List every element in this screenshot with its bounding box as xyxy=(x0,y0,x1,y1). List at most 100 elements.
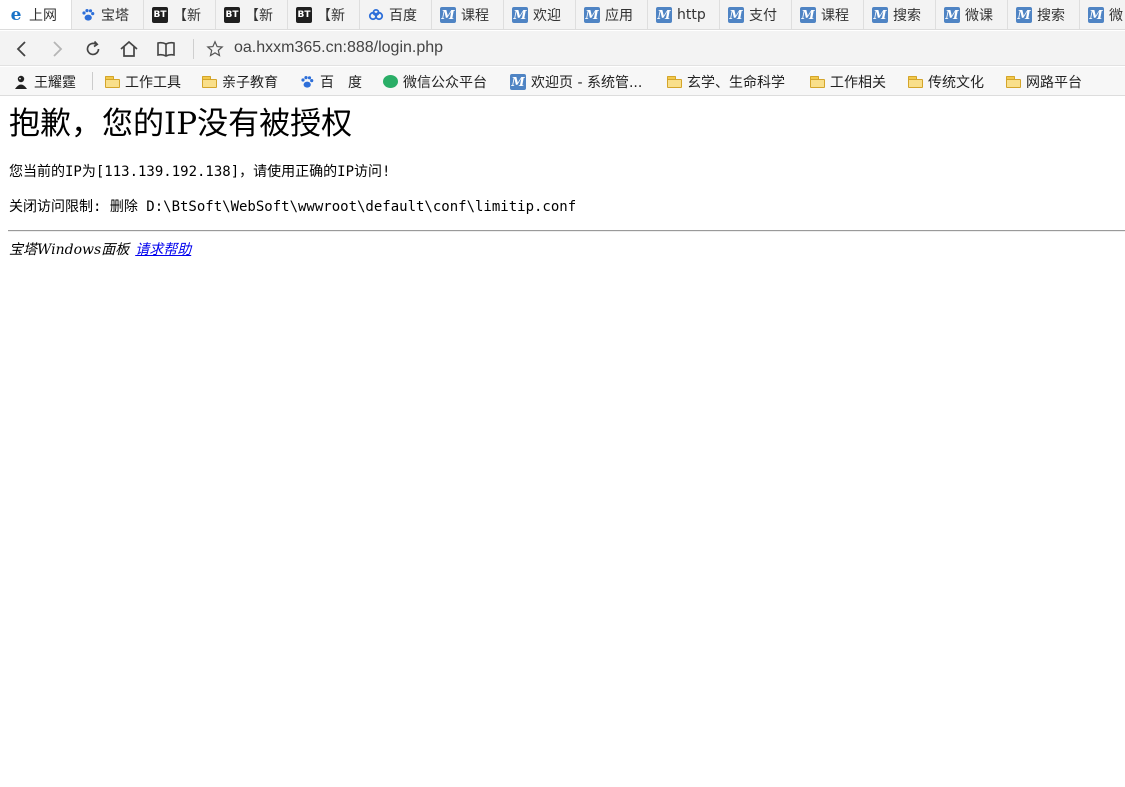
m-icon: M xyxy=(440,7,456,23)
forward-button[interactable] xyxy=(44,36,70,62)
disable-restriction-message: 关闭访问限制: 删除 D:\BtSoft\WebSoft\wwwroot\def… xyxy=(9,199,577,215)
folder-icon xyxy=(1005,74,1021,90)
book-icon xyxy=(157,41,175,57)
baidu-netdisk-icon xyxy=(368,7,384,23)
bt-icon: BT xyxy=(296,7,312,23)
tab-10[interactable]: M http xyxy=(648,0,720,29)
tab-8[interactable]: M 欢迎 xyxy=(504,0,576,29)
tab-label: 课程 xyxy=(821,8,849,24)
ip-message: 您当前的IP为[113.139.192.138]，请使用正确的IP访问! xyxy=(9,164,391,180)
bookmark-baidu[interactable]: 百 度 xyxy=(299,72,362,91)
m-icon: M xyxy=(512,7,528,23)
tab-label: 【新 xyxy=(317,8,345,24)
m-icon: M xyxy=(728,7,744,23)
bookmark-label: 工作相关 xyxy=(830,74,886,91)
help-link[interactable]: 请求帮助 xyxy=(135,242,191,258)
footer-text: 宝塔Windows面板 xyxy=(9,242,130,258)
bookmark-label: 微信公众平台 xyxy=(403,74,487,91)
bookmark-folder-traditional-culture[interactable]: 传统文化 xyxy=(907,72,984,91)
profile-icon xyxy=(13,74,29,90)
m-icon: M xyxy=(944,7,960,23)
tab-11[interactable]: M 支付 xyxy=(720,0,792,29)
favorite-button[interactable] xyxy=(202,36,228,62)
m-icon: M xyxy=(656,7,672,23)
folder-icon xyxy=(809,74,825,90)
bookmark-label: 亲子教育 xyxy=(222,74,278,91)
bookmark-bar: 王耀霆 工作工具 亲子教育 百 度 微信公众平台 M 欢迎页 - 系统管... … xyxy=(0,67,1125,96)
address-bar[interactable]: oa.hxxm365.cn:888/login.php xyxy=(234,39,443,57)
baidu-paw-icon xyxy=(80,7,96,23)
navigation-bar: oa.hxxm365.cn:888/login.php xyxy=(0,31,1125,66)
bookmark-label: 工作工具 xyxy=(125,74,181,91)
bookmark-label: 传统文化 xyxy=(928,74,984,91)
bookmark-profile[interactable]: 王耀霆 xyxy=(13,72,76,91)
tab-3[interactable]: BT 【新 xyxy=(144,0,216,29)
baidu-paw-icon xyxy=(299,74,315,90)
wechat-icon xyxy=(382,74,398,90)
tab-label: 搜索 xyxy=(1037,8,1065,24)
tab-label: 微课 xyxy=(965,8,993,24)
back-arrow-icon xyxy=(16,41,26,57)
bookmark-label: 欢迎页 - 系统管... xyxy=(531,74,643,91)
bookmark-divider xyxy=(92,72,93,90)
ie-icon: e xyxy=(10,5,22,25)
folder-icon xyxy=(104,74,120,90)
tab-label: 【新 xyxy=(173,8,201,24)
tab-1[interactable]: e 上网 xyxy=(0,0,72,29)
folder-icon xyxy=(907,74,923,90)
reading-view-button[interactable] xyxy=(153,36,179,62)
tab-label: 支付 xyxy=(749,8,777,24)
m-icon: M xyxy=(584,7,600,23)
tab-label: 【新 xyxy=(245,8,273,24)
bookmark-label: 百 度 xyxy=(320,74,362,91)
star-icon xyxy=(206,40,224,57)
bookmark-label: 王耀霆 xyxy=(34,74,76,91)
tab-13[interactable]: M 搜索 xyxy=(864,0,936,29)
folder-icon xyxy=(666,74,682,90)
m-icon: M xyxy=(1016,7,1032,23)
bookmark-wechat-platform[interactable]: 微信公众平台 xyxy=(382,72,487,91)
tab-7[interactable]: M 课程 xyxy=(432,0,504,29)
tab-label: 课程 xyxy=(461,8,489,24)
tab-label: 宝塔 xyxy=(101,8,129,24)
tab-12[interactable]: M 课程 xyxy=(792,0,864,29)
bookmark-welcome-page[interactable]: M 欢迎页 - 系统管... xyxy=(510,72,642,91)
bookmark-folder-parenting[interactable]: 亲子教育 xyxy=(201,72,278,91)
tab-6[interactable]: 百度 xyxy=(360,0,432,29)
tab-4[interactable]: BT 【新 xyxy=(216,0,288,29)
tab-label: 欢迎 xyxy=(533,8,561,24)
home-icon xyxy=(120,40,138,57)
bookmark-folder-work-related[interactable]: 工作相关 xyxy=(809,72,886,91)
tab-9[interactable]: M 应用 xyxy=(576,0,648,29)
bookmark-folder-network-platform[interactable]: 网路平台 xyxy=(1005,72,1082,91)
tab-label: 应用 xyxy=(605,8,633,24)
page-title: 抱歉，您的IP没有被授权 xyxy=(9,106,353,142)
bookmark-label: 玄学、生命科学 xyxy=(687,74,785,91)
bookmark-folder-work-tools[interactable]: 工作工具 xyxy=(104,72,181,91)
tab-16[interactable]: M 微 xyxy=(1080,0,1125,29)
toolbar-divider xyxy=(193,39,194,59)
tab-14[interactable]: M 微课 xyxy=(936,0,1008,29)
back-button[interactable] xyxy=(9,36,35,62)
horizontal-rule xyxy=(8,230,1125,232)
folder-icon xyxy=(201,74,217,90)
forward-arrow-icon xyxy=(53,41,63,57)
tab-2[interactable]: 宝塔 xyxy=(72,0,144,29)
bookmark-label: 网路平台 xyxy=(1026,74,1082,91)
footer: 宝塔Windows面板 请求帮助 xyxy=(9,241,191,259)
tab-label: 百度 xyxy=(389,8,417,24)
bookmark-folder-metaphysics[interactable]: 玄学、生命科学 xyxy=(666,72,785,91)
home-button[interactable] xyxy=(116,36,142,62)
bt-icon: BT xyxy=(152,7,168,23)
tab-5[interactable]: BT 【新 xyxy=(288,0,360,29)
m-icon: M xyxy=(510,73,526,90)
m-icon: M xyxy=(800,7,816,23)
reload-button[interactable] xyxy=(80,36,106,62)
reload-icon xyxy=(86,40,100,56)
m-icon: M xyxy=(872,7,888,23)
tab-label: 搜索 xyxy=(893,8,921,24)
tab-15[interactable]: M 搜索 xyxy=(1008,0,1080,29)
tab-label: 上网 xyxy=(29,8,57,24)
tab-label: 微 xyxy=(1109,8,1123,24)
bt-icon: BT xyxy=(224,7,240,23)
